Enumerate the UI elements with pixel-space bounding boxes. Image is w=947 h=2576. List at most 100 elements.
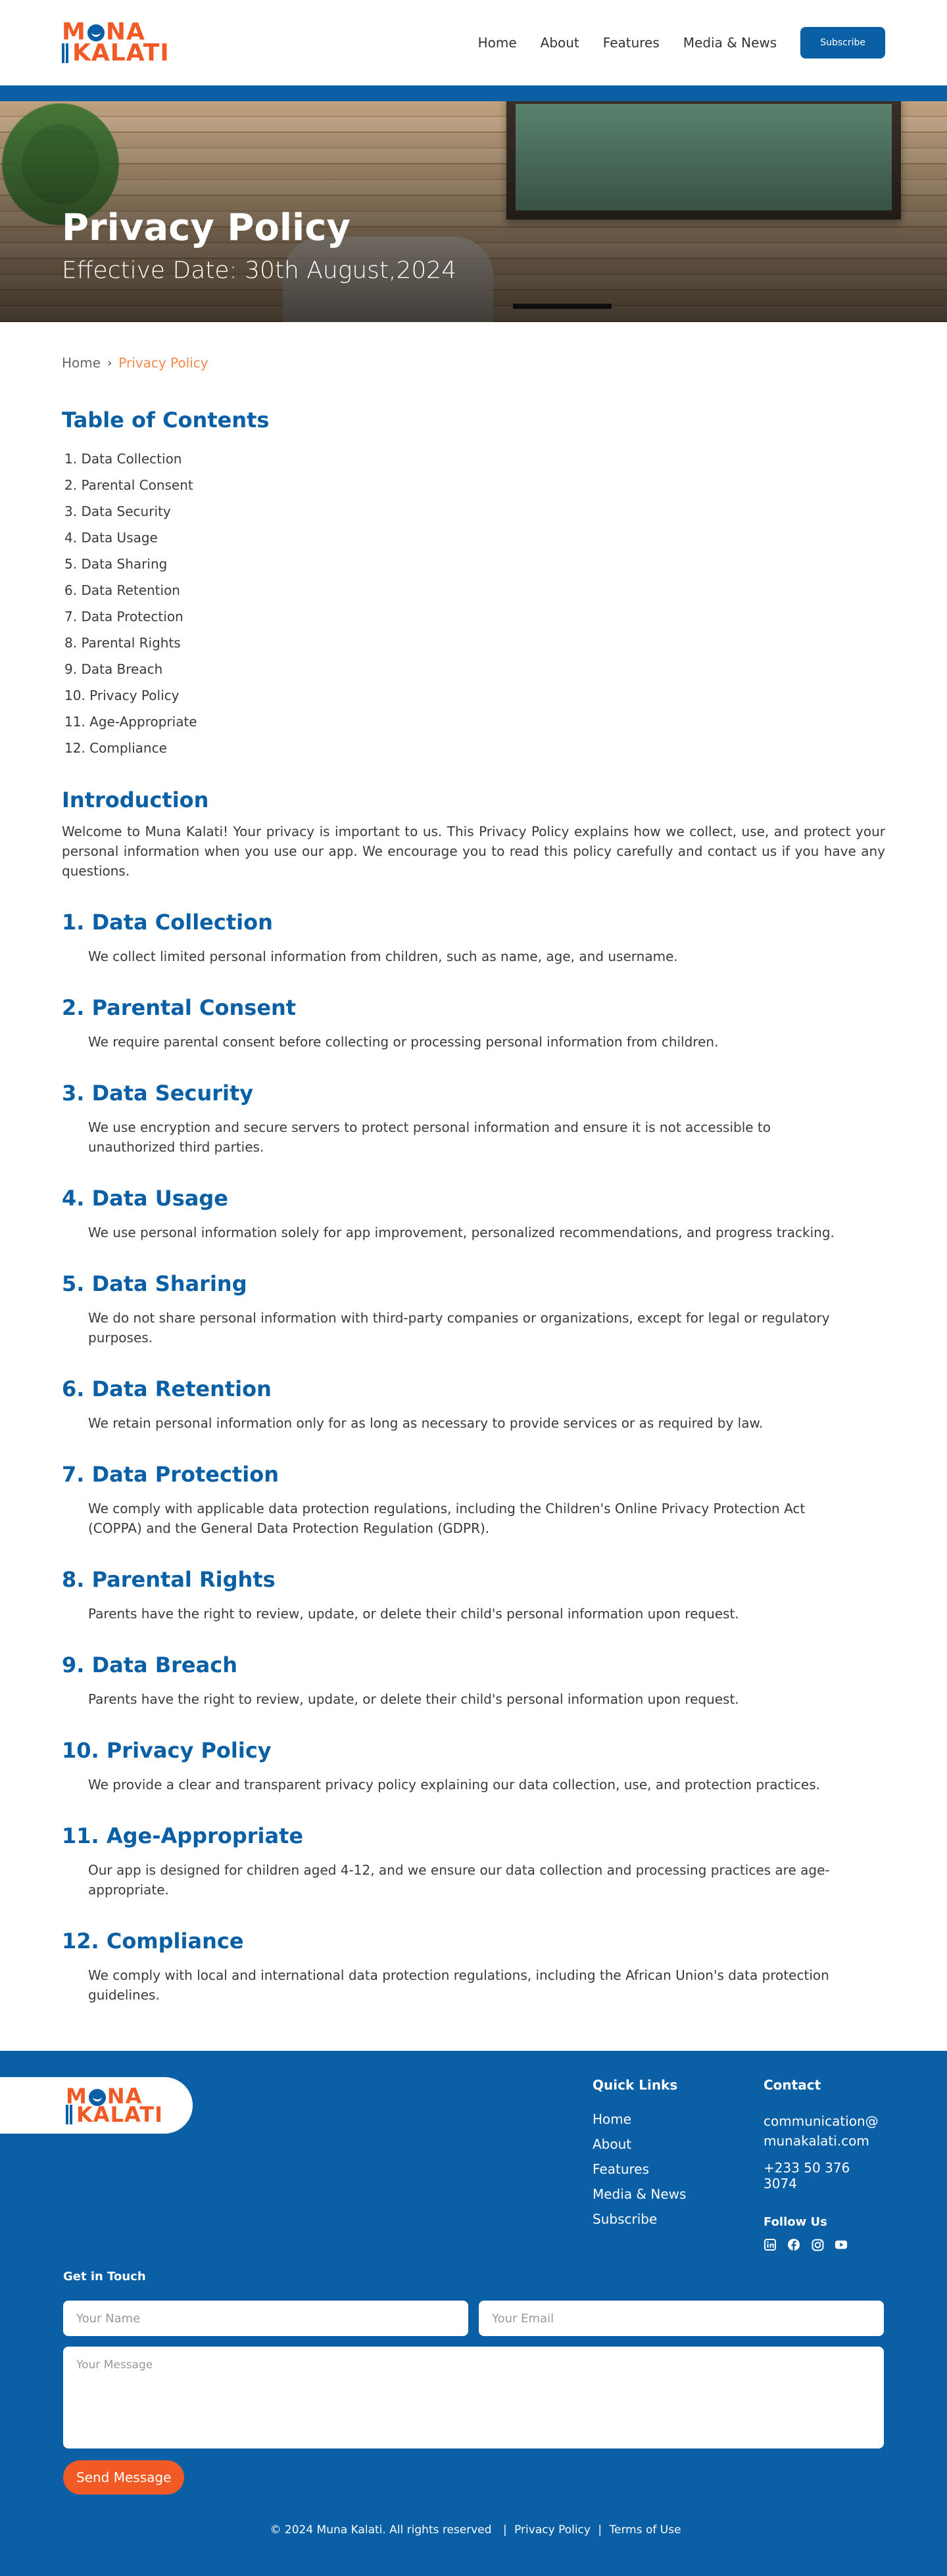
footer-columns: Quick Links Home About Features Media & … xyxy=(593,2077,947,2251)
footer-link-home[interactable]: Home xyxy=(593,2111,711,2127)
policy-heading: 4. Data Usage xyxy=(62,1186,228,1211)
contact-phone[interactable]: +233 50 376 3074 xyxy=(764,2160,885,2191)
policy-section: 10. Privacy Policy We provide a clear an… xyxy=(62,1738,885,1794)
nav-home[interactable]: Home xyxy=(478,35,517,51)
policy-text: We collect limited personal information … xyxy=(88,948,678,964)
chevron-right-icon: › xyxy=(107,356,112,370)
instagram-icon[interactable] xyxy=(811,2238,824,2251)
hero-banner: Privacy Policy Effective Date: 30th Augu… xyxy=(0,101,947,322)
send-message-button[interactable]: Send Message xyxy=(63,2460,185,2494)
policy-heading: 10. Privacy Policy xyxy=(62,1738,272,1763)
policy-text: We comply with local and international d… xyxy=(88,1967,829,2003)
policy-section: 11. Age-Appropriate Our app is designed … xyxy=(62,1823,885,1900)
copyright-bar: © 2024 Muna Kalati. All rights reserved … xyxy=(0,2523,947,2537)
copyright-text: © 2024 Muna Kalati. All rights reserved xyxy=(270,2523,492,2537)
toc-item[interactable]: 10. Privacy Policy xyxy=(62,682,885,709)
quick-links: Quick Links Home About Features Media & … xyxy=(593,2077,711,2251)
nav-about[interactable]: About xyxy=(541,35,579,51)
logo-smile-icon xyxy=(87,24,105,41)
policy-text: Parents have the right to review, update… xyxy=(88,1691,739,1707)
toc-item[interactable]: 11. Age-Appropriate xyxy=(62,709,885,735)
effective-date: Effective Date: 30th August,2024 xyxy=(62,257,457,284)
toc-item[interactable]: 8. Parental Rights xyxy=(62,630,885,656)
policy-heading: 2. Parental Consent xyxy=(62,995,297,1020)
policy-heading: 3. Data Security xyxy=(62,1081,254,1106)
toc-item[interactable]: 2. Parental Consent xyxy=(62,472,885,498)
policy-heading: 7. Data Protection xyxy=(62,1462,279,1487)
subscribe-button[interactable]: Subscribe xyxy=(800,27,885,59)
policy-heading: 5. Data Sharing xyxy=(62,1271,247,1296)
youtube-icon[interactable] xyxy=(835,2238,848,2251)
toc-item[interactable]: 6. Data Retention xyxy=(62,577,885,603)
nav-features[interactable]: Features xyxy=(603,35,660,51)
policy-section: 6. Data Retention We retain personal inf… xyxy=(62,1376,885,1433)
policy-section: 8. Parental Rights Parents have the righ… xyxy=(62,1567,885,1624)
contact-form: Get in Touch Your Name Your Email Your M… xyxy=(0,2270,947,2494)
logo-line2: KALATI xyxy=(62,41,170,65)
policy-text: We retain personal information only for … xyxy=(88,1415,764,1431)
footer-logo[interactable]: M NA KALATI xyxy=(66,2086,163,2125)
facebook-icon[interactable] xyxy=(787,2238,800,2251)
footer-link-about[interactable]: About xyxy=(593,2136,711,2152)
policy-text: We use personal information solely for a… xyxy=(88,1225,835,1240)
policy-section: 5. Data Sharing We do not share personal… xyxy=(62,1271,885,1347)
policy-heading: 11. Age-Appropriate xyxy=(62,1823,304,1848)
toc-item[interactable]: 9. Data Breach xyxy=(62,656,885,682)
policy-heading: 8. Parental Rights xyxy=(62,1567,276,1592)
policy-heading: 6. Data Retention xyxy=(62,1376,272,1401)
table-of-contents: 1. Data Collection 2. Parental Consent 3… xyxy=(62,446,885,761)
toc-item[interactable]: 3. Data Security xyxy=(62,498,885,525)
message-textarea[interactable]: Your Message xyxy=(63,2347,884,2448)
toc-item[interactable]: 1. Data Collection xyxy=(62,446,885,472)
breadcrumb-home[interactable]: Home xyxy=(62,355,101,371)
footer-link-features[interactable]: Features xyxy=(593,2161,711,2177)
header-stripe xyxy=(0,85,947,101)
get-in-touch-title: Get in Touch xyxy=(63,2270,146,2283)
linkedin-icon[interactable] xyxy=(764,2238,777,2251)
policy-text: We comply with applicable data protectio… xyxy=(88,1501,806,1536)
social-links xyxy=(764,2238,885,2251)
policy-heading: 12. Compliance xyxy=(62,1929,244,1954)
logo[interactable]: M NA KALATI xyxy=(62,20,170,65)
policy-heading: 9. Data Breach xyxy=(62,1652,237,1677)
policy-section: 2. Parental Consent We require parental … xyxy=(62,995,885,1052)
hero-text: Privacy Policy Effective Date: 30th Augu… xyxy=(62,206,456,284)
toc-item[interactable]: 7. Data Protection xyxy=(62,603,885,630)
policy-heading: 1. Data Collection xyxy=(62,910,273,935)
intro-text: Welcome to Muna Kalati! Your privacy is … xyxy=(62,824,885,879)
nav-media-news[interactable]: Media & News xyxy=(683,35,777,51)
toc-item[interactable]: 5. Data Sharing xyxy=(62,551,885,577)
breadcrumb: Home › Privacy Policy xyxy=(62,355,885,371)
toc-title: Table of Contents xyxy=(62,408,270,433)
contact-title: Contact xyxy=(764,2077,821,2093)
toc-item[interactable]: 12. Compliance xyxy=(62,735,885,761)
policy-text: Our app is designed for children aged 4-… xyxy=(88,1862,830,1898)
policy-section: 3. Data Security We use encryption and s… xyxy=(62,1081,885,1157)
footer-link-media-news[interactable]: Media & News xyxy=(593,2186,711,2202)
intro-title: Introduction xyxy=(62,787,209,812)
toc-item[interactable]: 4. Data Usage xyxy=(62,525,885,551)
policy-text: We do not share personal information wit… xyxy=(88,1310,830,1346)
logo-bars-icon xyxy=(66,2105,74,2124)
page-title: Privacy Policy xyxy=(62,206,351,249)
logo-smile-icon xyxy=(88,2089,106,2106)
footer-top: M NA KALATI Quick Links Home About Featur… xyxy=(0,2051,947,2251)
contact-email[interactable]: communication@ munakalati.com xyxy=(764,2111,885,2151)
contact-form-row: Your Name Your Email xyxy=(63,2301,884,2336)
quick-links-title: Quick Links xyxy=(593,2077,678,2093)
site-footer: M NA KALATI Quick Links Home About Featur… xyxy=(0,2051,947,2576)
policy-section: 1. Data Collection We collect limited pe… xyxy=(62,910,885,966)
policy-text: We require parental consent before colle… xyxy=(88,1034,719,1050)
footer-logo-line2: KALATI xyxy=(66,2104,163,2125)
logo-bars-icon xyxy=(62,43,70,63)
contact-info: Contact communication@ munakalati.com +2… xyxy=(764,2077,885,2251)
name-input[interactable]: Your Name xyxy=(63,2301,468,2336)
footer-privacy-link[interactable]: Privacy Policy xyxy=(514,2523,591,2537)
breadcrumb-current: Privacy Policy xyxy=(118,355,208,371)
follow-us-title: Follow Us xyxy=(764,2215,827,2229)
footer-link-subscribe[interactable]: Subscribe xyxy=(593,2211,711,2227)
email-input[interactable]: Your Email xyxy=(479,2301,884,2336)
footer-terms-link[interactable]: Terms of Use xyxy=(610,2523,681,2537)
policy-section: 12. Compliance We comply with local and … xyxy=(62,1929,885,2005)
main-nav: Home About Features Media & News Subscri… xyxy=(478,27,885,59)
